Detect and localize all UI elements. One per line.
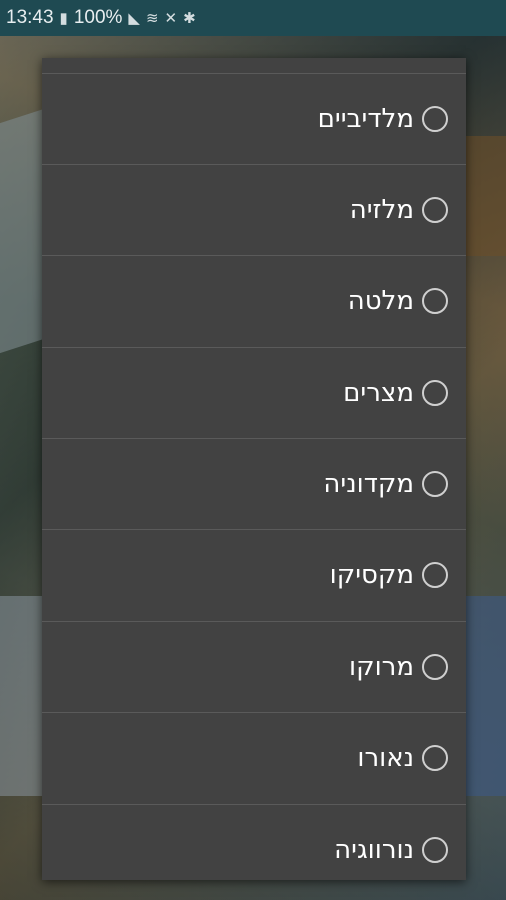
option-label: מלטה bbox=[347, 286, 414, 316]
list-item[interactable]: מקסיקו bbox=[42, 529, 466, 620]
list-item[interactable]: מלזיה bbox=[42, 164, 466, 255]
battery-icon: ▮ bbox=[59, 10, 68, 27]
option-label: מקדוניה bbox=[323, 469, 414, 499]
radio-button[interactable] bbox=[422, 471, 448, 497]
option-label: נאורו bbox=[357, 743, 414, 773]
mute-icon: ✕ bbox=[164, 10, 178, 27]
option-label: מלזיה bbox=[349, 195, 414, 225]
radio-button[interactable] bbox=[422, 380, 448, 406]
list-item[interactable]: מלטה bbox=[42, 255, 466, 346]
status-time: 13:43 bbox=[6, 7, 54, 28]
list-item[interactable]: נאורו bbox=[42, 712, 466, 803]
radio-button[interactable] bbox=[422, 745, 448, 771]
option-label: מלדיביים bbox=[317, 104, 414, 134]
status-battery: 100% bbox=[73, 7, 123, 28]
list-item[interactable]: מרוקו bbox=[42, 621, 466, 712]
option-label: מרוקו bbox=[349, 652, 414, 682]
status-bar: 13:43 ▮ 100% ◣ ≋ ✕ ✱ bbox=[0, 0, 506, 36]
list-item[interactable]: מלדיביים bbox=[42, 73, 466, 164]
signal-icon: ◣ bbox=[128, 10, 140, 27]
option-label: מקסיקו bbox=[329, 560, 414, 590]
radio-button[interactable] bbox=[422, 837, 448, 863]
radio-button[interactable] bbox=[422, 288, 448, 314]
radio-button[interactable] bbox=[422, 562, 448, 588]
radio-button[interactable] bbox=[422, 654, 448, 680]
option-label: נורווגיה bbox=[334, 835, 414, 865]
option-label: מצרים bbox=[343, 378, 414, 408]
list-item[interactable]: נורווגיה bbox=[42, 804, 466, 880]
wifi-icon: ≋ bbox=[145, 10, 159, 27]
list-item[interactable]: מקדוניה bbox=[42, 438, 466, 529]
bluetooth-icon: ✱ bbox=[183, 10, 196, 27]
list-item[interactable]: מצרים bbox=[42, 347, 466, 438]
country-picker-dialog: מלדיביים מלזיה מלטה מצרים מקדוניה מקסיקו… bbox=[42, 58, 466, 880]
radio-button[interactable] bbox=[422, 197, 448, 223]
radio-button[interactable] bbox=[422, 106, 448, 132]
